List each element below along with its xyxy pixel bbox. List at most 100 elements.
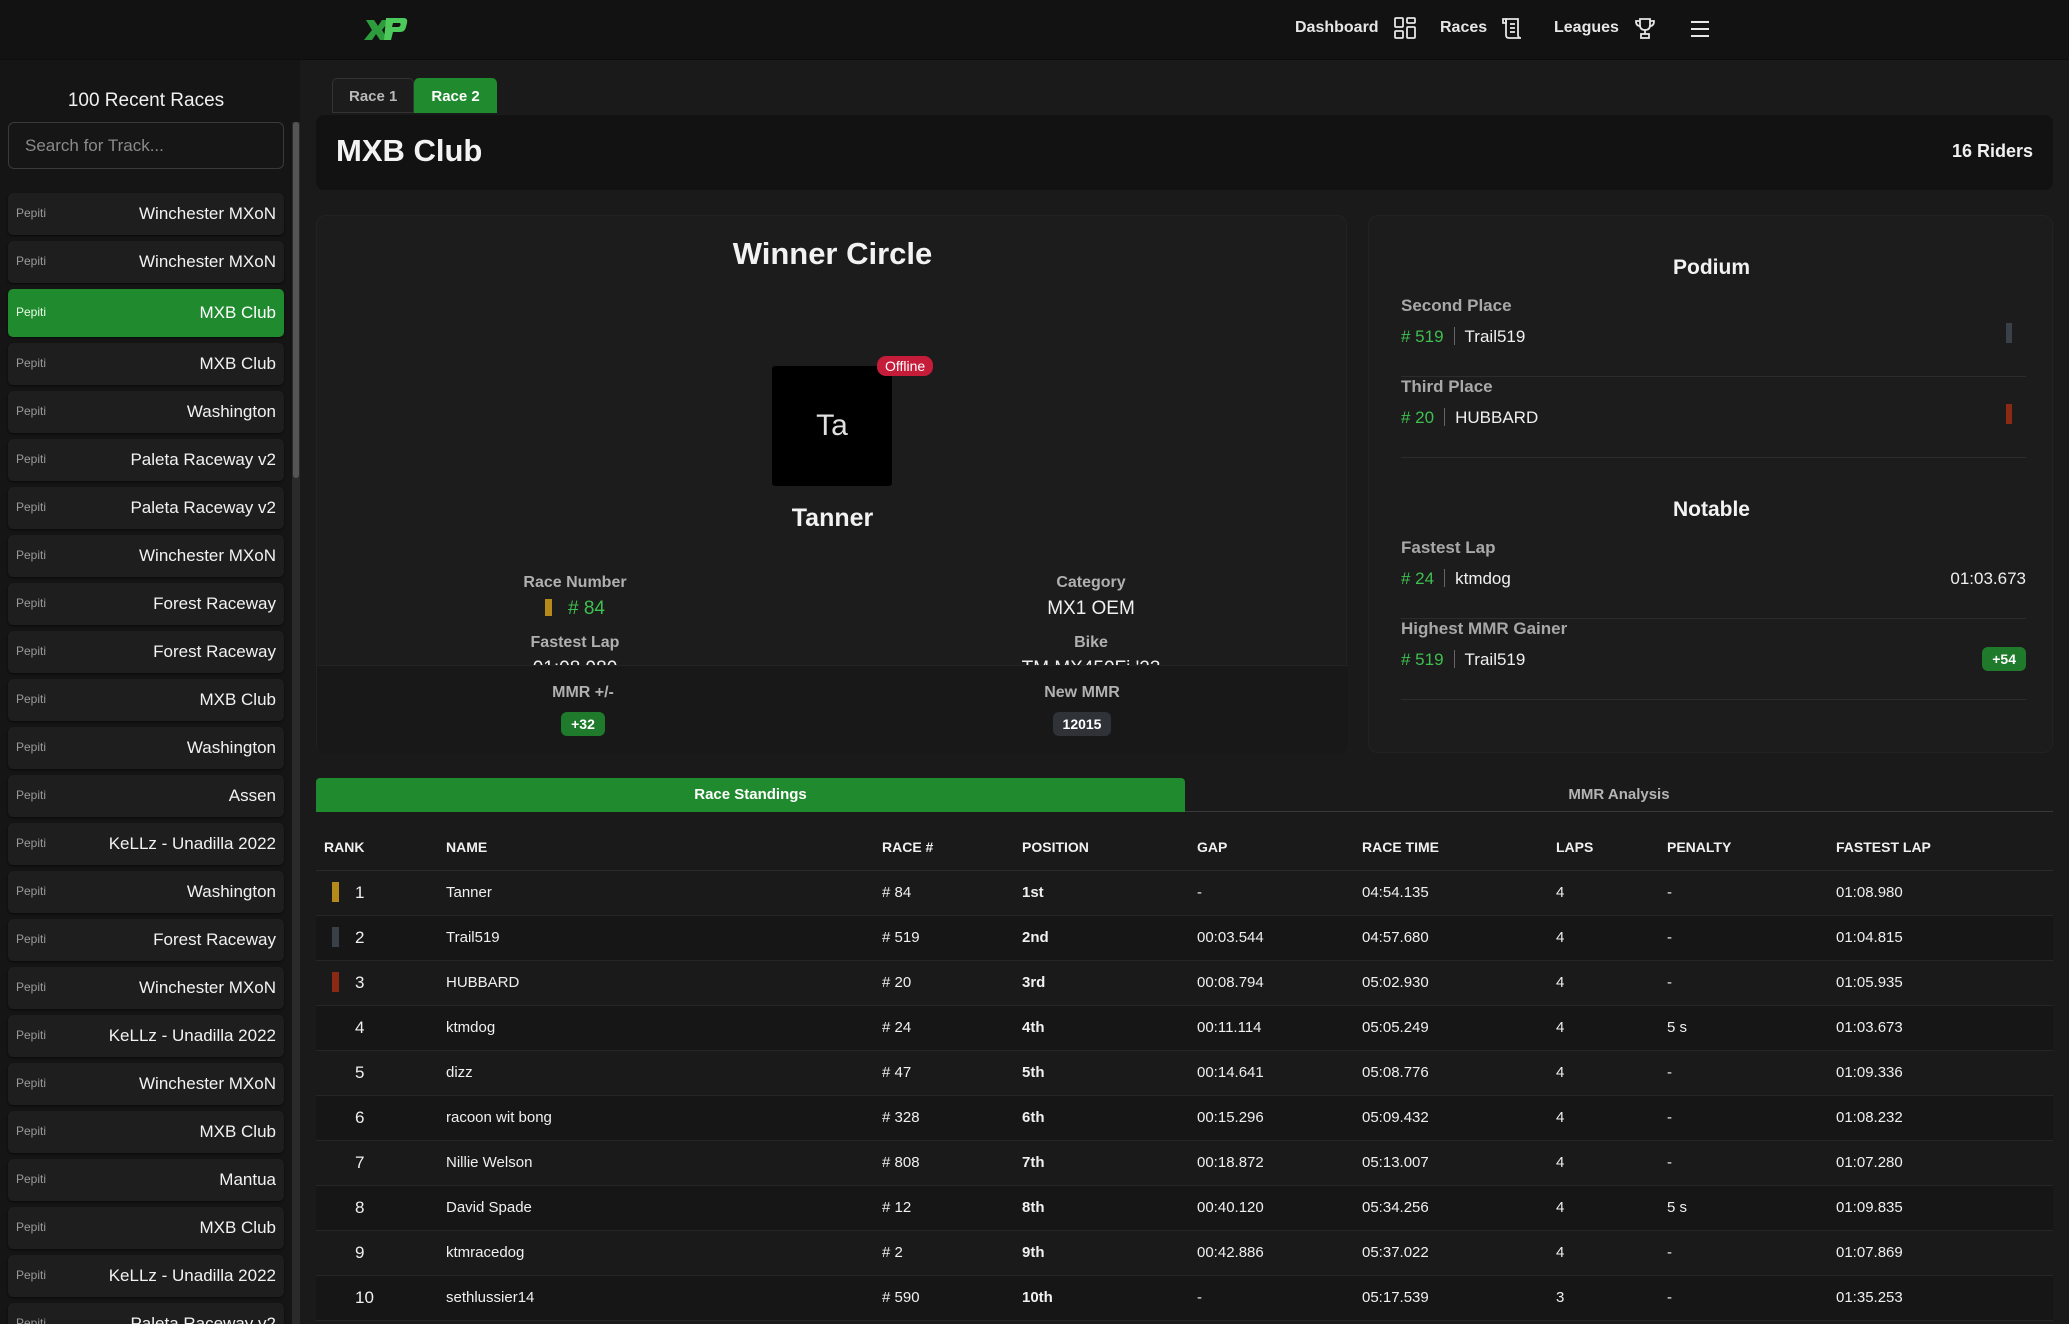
- column-header[interactable]: RACE #: [874, 824, 1014, 871]
- race-track-name: Paleta Raceway v2: [130, 450, 276, 469]
- sidebar-race-item[interactable]: Pepiti Washington: [8, 391, 284, 433]
- rank-cell: 10: [316, 1275, 438, 1321]
- sidebar-race-item[interactable]: Pepiti MXB Club: [8, 679, 284, 721]
- sidebar-race-item[interactable]: Pepiti Winchester MXoN: [8, 967, 284, 1009]
- laps-cell: 4: [1548, 1005, 1659, 1051]
- sidebar-race-item[interactable]: Pepiti Winchester MXoN: [8, 241, 284, 283]
- column-header[interactable]: RACE TIME: [1354, 824, 1548, 871]
- race-track-name: MXB Club: [199, 1218, 276, 1237]
- sidebar-race-item[interactable]: Pepiti Winchester MXoN: [8, 193, 284, 235]
- column-header[interactable]: POSITION: [1014, 824, 1189, 871]
- table-row[interactable]: 9 ktmracedog # 2 9th 00:42.886 05:37.022 4-01:…: [316, 1230, 2053, 1276]
- sidebar-race-item[interactable]: Pepiti KeLLz - Unadilla 2022: [8, 1015, 284, 1057]
- tab-race-1[interactable]: Race 1: [332, 78, 415, 113]
- standings-tabs: Race Standings MMR Analysis: [316, 778, 2053, 812]
- sidebar-race-item[interactable]: Pepiti Winchester MXoN: [8, 1063, 284, 1105]
- race-track-name: Winchester MXoN: [139, 978, 276, 997]
- sidebar-race-item[interactable]: Pepiti Assen: [8, 775, 284, 817]
- table-row[interactable]: 4 ktmdog # 24 4th 00:11.114 05:05.249 4 5 s 01:0…: [316, 1005, 2053, 1051]
- sidebar-race-item[interactable]: Pepiti Paleta Raceway v2: [8, 487, 284, 529]
- table-row[interactable]: 7 Nillie Welson # 808 7th 00:18.872 05:13.007…: [316, 1140, 2053, 1186]
- avatar: Ta: [772, 366, 892, 486]
- table-row[interactable]: 5 dizz # 47 5th 00:14.641 05:08.776 4-01:09.33…: [316, 1050, 2053, 1096]
- race-source-tag: Pepiti: [16, 644, 47, 658]
- rider-name-link[interactable]: ktmdog: [438, 1005, 874, 1051]
- mmr-gainer-row[interactable]: Highest MMR Gainer # 519 Trail519 +54: [1401, 619, 2026, 700]
- rider-name-link[interactable]: Nillie Welson: [438, 1140, 874, 1186]
- rank-cell: 9: [316, 1230, 438, 1276]
- rank-cell: 6: [316, 1095, 438, 1141]
- column-header[interactable]: GAP: [1189, 824, 1354, 871]
- table-row[interactable]: 6 racoon wit bong # 328 6th 00:15.296 05:09.4…: [316, 1095, 2053, 1141]
- table-row[interactable]: 10 sethlussier14 # 590 10th -05:17.539 3-01:3…: [316, 1275, 2053, 1321]
- sidebar-race-item[interactable]: Pepiti MXB Club: [8, 343, 284, 385]
- column-header[interactable]: NAME: [438, 824, 874, 871]
- sidebar-race-item[interactable]: Pepiti Washington: [8, 871, 284, 913]
- tab-mmr-analysis[interactable]: MMR Analysis: [1185, 778, 2053, 812]
- race-source-tag: Pepiti: [16, 1268, 47, 1282]
- rider-name-link[interactable]: David Spade: [438, 1185, 874, 1231]
- laps-cell: 3: [1548, 1275, 1659, 1321]
- sidebar-race-item[interactable]: Pepiti Paleta Raceway v2: [8, 439, 284, 481]
- table-header-row: RANK NAME RACE # POSITION GAP RACE TIME LAPS PE…: [316, 824, 2053, 871]
- fastest-lap-number: # 24: [1401, 569, 1435, 588]
- table-row[interactable]: 2 Trail519 # 519 2nd 00:03.544 04:57.680 4-01:…: [316, 915, 2053, 961]
- rider-name-link[interactable]: Tanner: [438, 870, 874, 916]
- column-header[interactable]: FASTEST LAP: [1828, 824, 2053, 871]
- gap-cell: 00:40.120: [1189, 1185, 1354, 1231]
- penalty-cell: -: [1659, 1230, 1828, 1276]
- table-row[interactable]: 3 HUBBARD # 20 3rd 00:08.794 05:02.930 4-01:05…: [316, 960, 2053, 1006]
- tab-race-standings[interactable]: Race Standings: [316, 778, 1185, 812]
- dashboard-grid-icon: [1393, 17, 1416, 39]
- position-cell: 4th: [1014, 1005, 1189, 1051]
- sidebar-race-item[interactable]: Pepiti Forest Raceway: [8, 631, 284, 673]
- scrollbar-thumb[interactable]: [293, 122, 299, 478]
- third-place-row[interactable]: Third Place # 20 HUBBARD: [1401, 377, 2026, 458]
- fastest-lap-cell: 01:09.835: [1828, 1185, 2053, 1231]
- fastest-lap-row[interactable]: Fastest Lap # 24 ktmdog 01:03.673: [1401, 538, 2026, 619]
- table-row[interactable]: 8 David Spade # 12 8th 00:40.120 05:34.256 4 5 …: [316, 1185, 2053, 1231]
- nav-races[interactable]: Races: [1440, 16, 1525, 40]
- sidebar-scrollbar[interactable]: [292, 122, 300, 1324]
- rider-name-link[interactable]: sethlussier14: [438, 1275, 874, 1321]
- sidebar-race-item[interactable]: Pepiti MXB Club: [8, 1207, 284, 1249]
- rider-name-link[interactable]: racoon wit bong: [438, 1095, 874, 1141]
- sidebar-race-item[interactable]: Pepiti KeLLz - Unadilla 2022: [8, 823, 284, 865]
- sidebar-race-item[interactable]: Pepiti Mantua: [8, 1159, 284, 1201]
- race-source-tag: Pepiti: [16, 452, 47, 466]
- column-header[interactable]: RANK: [316, 824, 438, 871]
- second-place-row[interactable]: Second Place # 519 Trail519: [1401, 296, 2026, 377]
- race-source-tag: Pepiti: [16, 788, 47, 802]
- sidebar-race-item[interactable]: Pepiti Forest Raceway: [8, 919, 284, 961]
- rank-value: 1: [355, 883, 365, 902]
- rank-value: 9: [355, 1242, 365, 1262]
- sidebar-race-item[interactable]: Pepiti Washington: [8, 727, 284, 769]
- rank-cell: 1: [316, 870, 438, 916]
- sidebar-race-item[interactable]: Pepiti Forest Raceway: [8, 583, 284, 625]
- new-mmr-badge: 12015: [1052, 712, 1112, 736]
- position-cell: 7th: [1014, 1140, 1189, 1186]
- column-header[interactable]: PENALTY: [1659, 824, 1828, 871]
- position-cell: 5th: [1014, 1050, 1189, 1096]
- tab-race-2[interactable]: Race 2: [414, 78, 497, 113]
- table-row[interactable]: 1 Tanner # 84 1st -04:54.135 4-01:08.980: [316, 870, 2053, 916]
- nav-leagues[interactable]: Leagues: [1554, 16, 1657, 40]
- sidebar-race-item[interactable]: Pepiti KeLLz - Unadilla 2022: [8, 1255, 284, 1297]
- app-logo-icon[interactable]: [362, 14, 408, 44]
- category-value: MX1 OEM: [1047, 598, 1135, 619]
- column-header[interactable]: LAPS: [1548, 824, 1659, 871]
- race-source-tag: Pepiti: [16, 1316, 47, 1324]
- penalty-cell: -: [1659, 1140, 1828, 1186]
- sidebar-race-item[interactable]: Pepiti Paleta Raceway v2: [8, 1303, 284, 1324]
- sidebar-race-item[interactable]: Pepiti MXB Club: [8, 1111, 284, 1153]
- rider-name-link[interactable]: HUBBARD: [438, 960, 874, 1006]
- rider-name-link[interactable]: dizz: [438, 1050, 874, 1096]
- rider-name-link[interactable]: Trail519: [438, 915, 874, 961]
- hamburger-menu-icon[interactable]: [1689, 18, 1711, 40]
- nav-dashboard[interactable]: Dashboard: [1295, 16, 1417, 40]
- race-source-tag: Pepiti: [16, 1172, 47, 1186]
- rider-name-link[interactable]: ktmracedog: [438, 1230, 874, 1276]
- sidebar-race-item[interactable]: Pepiti MXB Club: [8, 289, 284, 337]
- track-search-input[interactable]: [8, 122, 284, 169]
- sidebar-race-item[interactable]: Pepiti Winchester MXoN: [8, 535, 284, 577]
